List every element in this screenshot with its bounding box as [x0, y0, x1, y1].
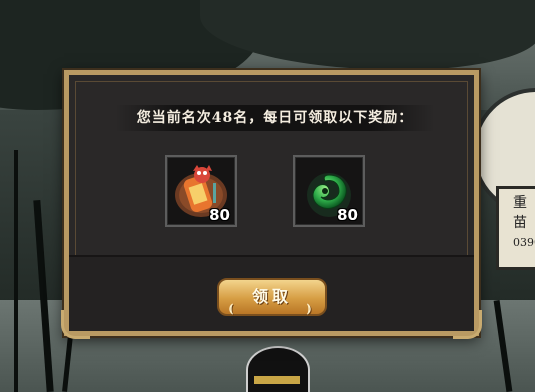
side-panel-number: 0390 — [513, 236, 535, 249]
side-info-panel: 重 苗 0390 — [496, 186, 535, 270]
swirl-ornament-icon: ⦆ — [307, 301, 315, 315]
reward-slot-lantern[interactable]: 80 — [165, 155, 237, 227]
character-belt — [254, 376, 300, 384]
side-panel-line: 苗 — [513, 215, 527, 231]
character-sprite — [246, 346, 310, 392]
reward-notice-text: 您当前名次48名，每日可领取以下奖励： — [115, 105, 435, 131]
corner-ornament — [61, 310, 90, 339]
reward-slot-magatama[interactable]: 80 — [293, 155, 365, 227]
claim-button-label: 领取 — [251, 287, 292, 306]
rank-reward-dialog: 您当前名次48名，每日可领取以下奖励： 80 80 ⦅ 领取 ⦆ — [61, 70, 482, 339]
reward-count: 80 — [337, 206, 358, 224]
side-panel-line: 重 — [513, 195, 527, 211]
swirl-ornament-icon: ⦅ — [229, 301, 237, 315]
reward-count: 80 — [209, 206, 230, 224]
claim-button[interactable]: ⦅ 领取 ⦆ — [217, 278, 327, 316]
corner-ornament — [453, 310, 482, 339]
bamboo-stalk — [14, 150, 18, 392]
